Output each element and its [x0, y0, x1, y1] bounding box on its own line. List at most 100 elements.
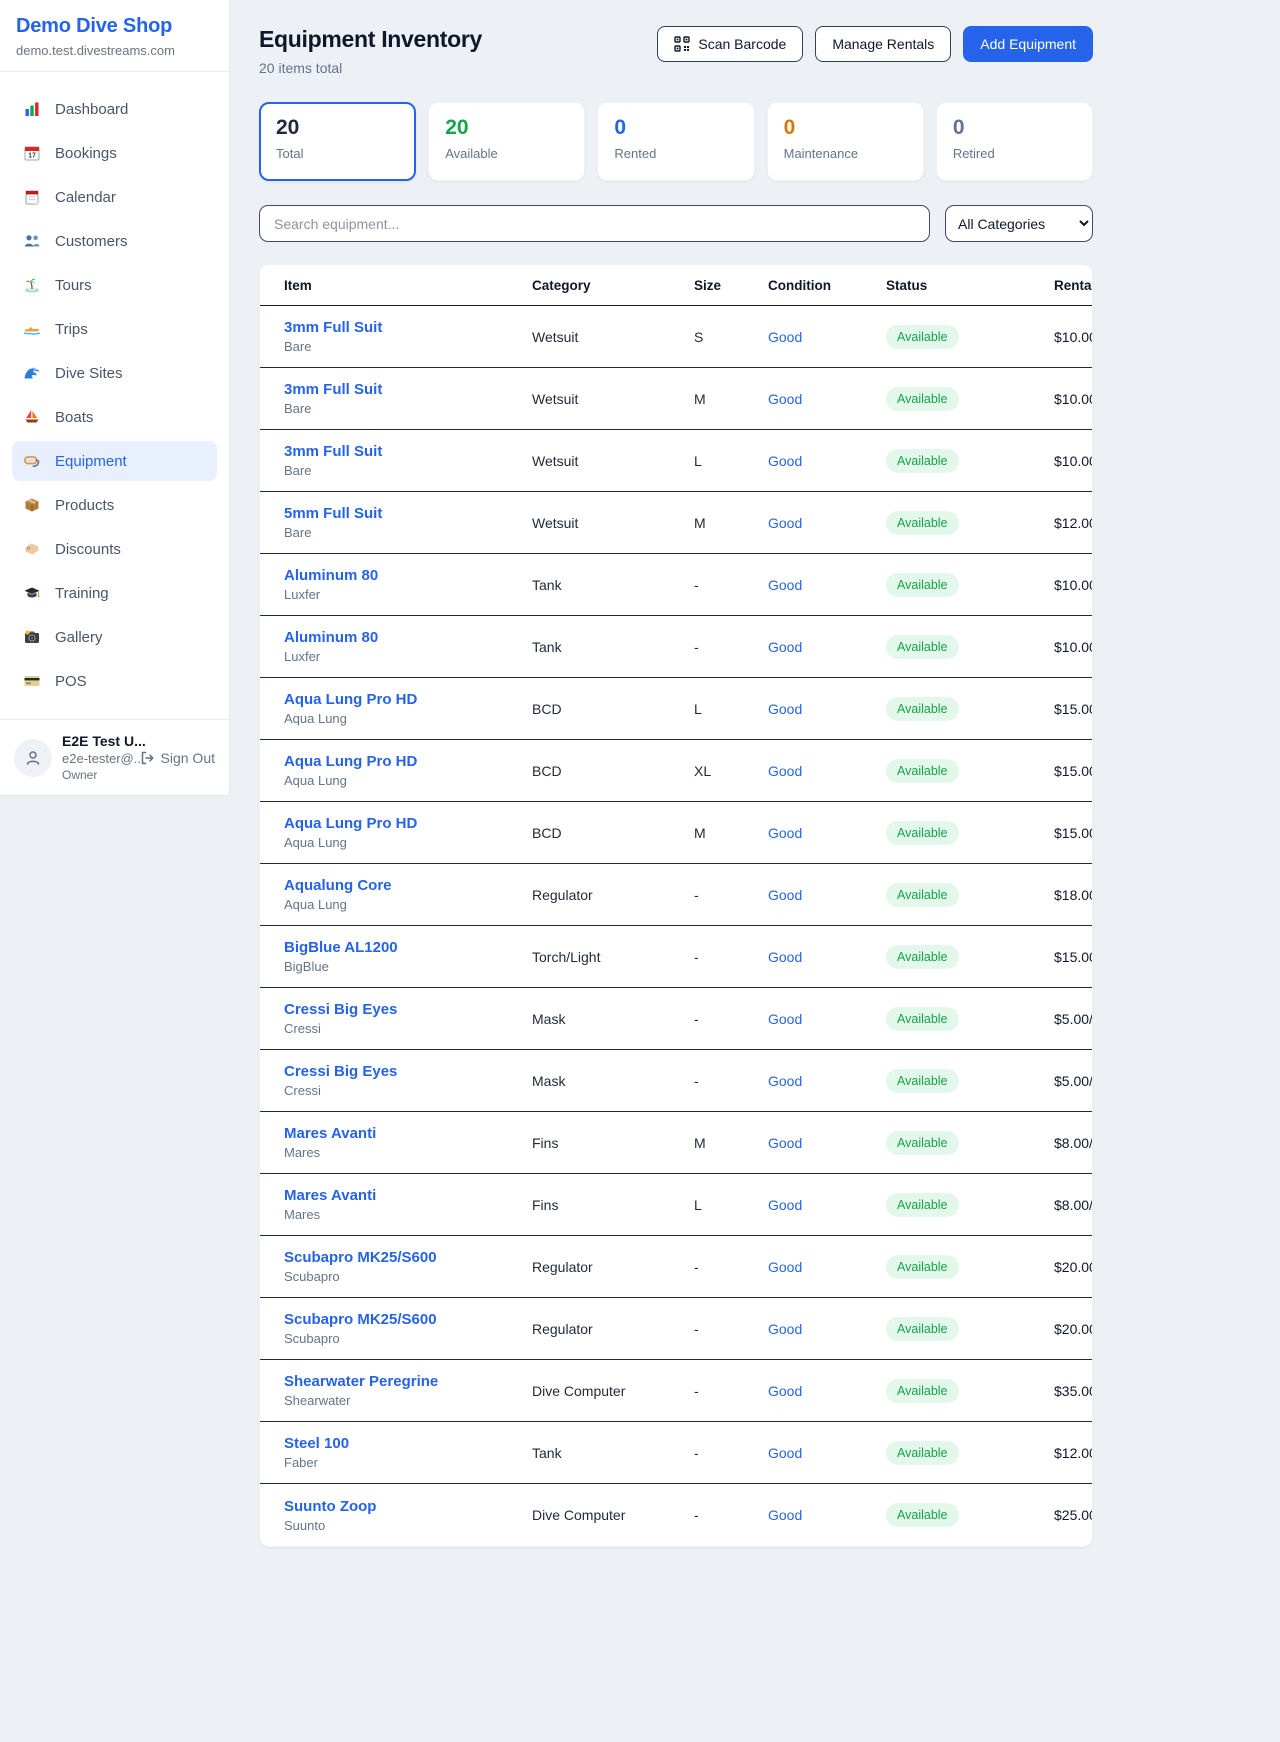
stat-card-maintenance[interactable]: 0Maintenance — [767, 102, 924, 181]
sidebar-item-trips[interactable]: Trips — [12, 309, 217, 349]
scan-barcode-button[interactable]: Scan Barcode — [657, 26, 803, 62]
item-name-link[interactable]: 3mm Full Suit — [284, 381, 382, 398]
brand-title[interactable]: Demo Dive Shop — [16, 15, 213, 38]
item-name-link[interactable]: Aqua Lung Pro HD — [284, 691, 417, 708]
item-name-link[interactable]: Aluminum 80 — [284, 567, 378, 584]
item-condition-link[interactable]: Good — [768, 515, 886, 531]
sign-out-button[interactable]: Sign Out — [139, 750, 215, 766]
item-brand: Scubapro — [284, 1269, 532, 1284]
item-name-link[interactable]: Scubapro MK25/S600 — [284, 1311, 437, 1328]
stat-card-retired[interactable]: 0Retired — [936, 102, 1093, 181]
item-category: Fins — [532, 1197, 694, 1213]
search-input[interactable] — [259, 205, 930, 242]
sidebar-item-products[interactable]: Products — [12, 485, 217, 525]
add-equipment-label: Add Equipment — [980, 36, 1076, 52]
sidebar-item-tours[interactable]: Tours — [12, 265, 217, 305]
sidebar-item-gallery[interactable]: Gallery — [12, 617, 217, 657]
item-rental: $10.00/day — [1054, 391, 1093, 407]
item-condition-link[interactable]: Good — [768, 1197, 886, 1213]
item-name-link[interactable]: Aqua Lung Pro HD — [284, 753, 417, 770]
item-name-link[interactable]: Aqua Lung Pro HD — [284, 815, 417, 832]
item-name-link[interactable]: BigBlue AL1200 — [284, 939, 398, 956]
item-category: Regulator — [532, 1321, 694, 1337]
sidebar-item-discounts[interactable]: Discounts — [12, 529, 217, 569]
sidebar-item-bookings[interactable]: 17 Bookings — [12, 133, 217, 173]
stat-value: 20 — [445, 116, 568, 140]
item-condition-link[interactable]: Good — [768, 887, 886, 903]
sidebar-item-boats[interactable]: Boats — [12, 397, 217, 437]
item-condition-link[interactable]: Good — [768, 1073, 886, 1089]
status-badge: Available — [886, 1317, 959, 1341]
item-name-link[interactable]: Aqualung Core — [284, 877, 392, 894]
item-name-link[interactable]: 3mm Full Suit — [284, 319, 382, 336]
discounts-icon — [22, 539, 42, 559]
item-brand: Bare — [284, 525, 532, 540]
item-rental: $10.00/day — [1054, 639, 1093, 655]
stat-card-total[interactable]: 20Total — [259, 102, 416, 181]
item-condition-link[interactable]: Good — [768, 1507, 886, 1523]
sidebar-item-pos[interactable]: POS — [12, 661, 217, 701]
status-badge: Available — [886, 883, 959, 907]
stat-card-rented[interactable]: 0Rented — [597, 102, 754, 181]
status-badge: Available — [886, 759, 959, 783]
item-name-link[interactable]: Steel 100 — [284, 1435, 349, 1452]
user-name: E2E Test U... — [62, 733, 129, 749]
table-row: Mares Avanti Mares Fins M Good Available… — [260, 1112, 1092, 1174]
item-condition-link[interactable]: Good — [768, 1383, 886, 1399]
item-rental: $8.00/day — [1054, 1197, 1093, 1213]
item-rental: $5.00/day — [1054, 1073, 1093, 1089]
item-rental: $15.00/day — [1054, 825, 1093, 841]
item-name-link[interactable]: Cressi Big Eyes — [284, 1001, 397, 1018]
status-badge: Available — [886, 511, 959, 535]
item-category: Tank — [532, 639, 694, 655]
item-condition-link[interactable]: Good — [768, 1135, 886, 1151]
item-condition-link[interactable]: Good — [768, 1445, 886, 1461]
sign-out-label: Sign Out — [161, 750, 215, 766]
category-filter[interactable]: All Categories — [945, 205, 1093, 242]
sidebar-item-dive-sites[interactable]: Dive Sites — [12, 353, 217, 393]
sidebar-item-dashboard[interactable]: Dashboard — [12, 89, 217, 129]
sidebar-item-training[interactable]: Training — [12, 573, 217, 613]
item-name-link[interactable]: Suunto Zoop — [284, 1498, 376, 1515]
item-condition-link[interactable]: Good — [768, 577, 886, 593]
item-name-link[interactable]: 3mm Full Suit — [284, 443, 382, 460]
sidebar-item-label: Calendar — [55, 189, 116, 206]
item-condition-link[interactable]: Good — [768, 1321, 886, 1337]
item-rental: $10.00/day — [1054, 329, 1093, 345]
table-row: Aqua Lung Pro HD Aqua Lung BCD M Good Av… — [260, 802, 1092, 864]
sidebar-item-calendar[interactable]: Calendar — [12, 177, 217, 217]
item-condition-link[interactable]: Good — [768, 701, 886, 717]
svg-text:17: 17 — [28, 153, 36, 160]
item-condition-link[interactable]: Good — [768, 1259, 886, 1275]
status-badge: Available — [886, 325, 959, 349]
item-condition-link[interactable]: Good — [768, 453, 886, 469]
stat-card-available[interactable]: 20Available — [428, 102, 585, 181]
item-name-link[interactable]: Mares Avanti — [284, 1125, 376, 1142]
item-size: - — [694, 1445, 768, 1461]
item-name-link[interactable]: Aluminum 80 — [284, 629, 378, 646]
item-condition-link[interactable]: Good — [768, 329, 886, 345]
manage-rentals-button[interactable]: Manage Rentals — [815, 26, 951, 62]
item-size: XL — [694, 763, 768, 779]
add-equipment-button[interactable]: Add Equipment — [963, 26, 1093, 62]
item-condition-link[interactable]: Good — [768, 1011, 886, 1027]
item-condition-link[interactable]: Good — [768, 639, 886, 655]
item-condition-link[interactable]: Good — [768, 391, 886, 407]
item-category: Mask — [532, 1073, 694, 1089]
item-name-link[interactable]: Shearwater Peregrine — [284, 1373, 438, 1390]
item-condition-link[interactable]: Good — [768, 825, 886, 841]
sidebar-item-label: Bookings — [55, 145, 117, 162]
item-condition-link[interactable]: Good — [768, 763, 886, 779]
item-name-link[interactable]: 5mm Full Suit — [284, 505, 382, 522]
item-name-link[interactable]: Mares Avanti — [284, 1187, 376, 1204]
item-name-link[interactable]: Cressi Big Eyes — [284, 1063, 397, 1080]
sidebar-item-customers[interactable]: Customers — [12, 221, 217, 261]
status-badge: Available — [886, 573, 959, 597]
status-badge: Available — [886, 1441, 959, 1465]
sidebar-item-equipment[interactable]: Equipment — [12, 441, 217, 481]
gallery-icon — [22, 627, 42, 647]
item-category: Torch/Light — [532, 949, 694, 965]
item-rental: $15.00/day — [1054, 701, 1093, 717]
item-name-link[interactable]: Scubapro MK25/S600 — [284, 1249, 437, 1266]
item-condition-link[interactable]: Good — [768, 949, 886, 965]
